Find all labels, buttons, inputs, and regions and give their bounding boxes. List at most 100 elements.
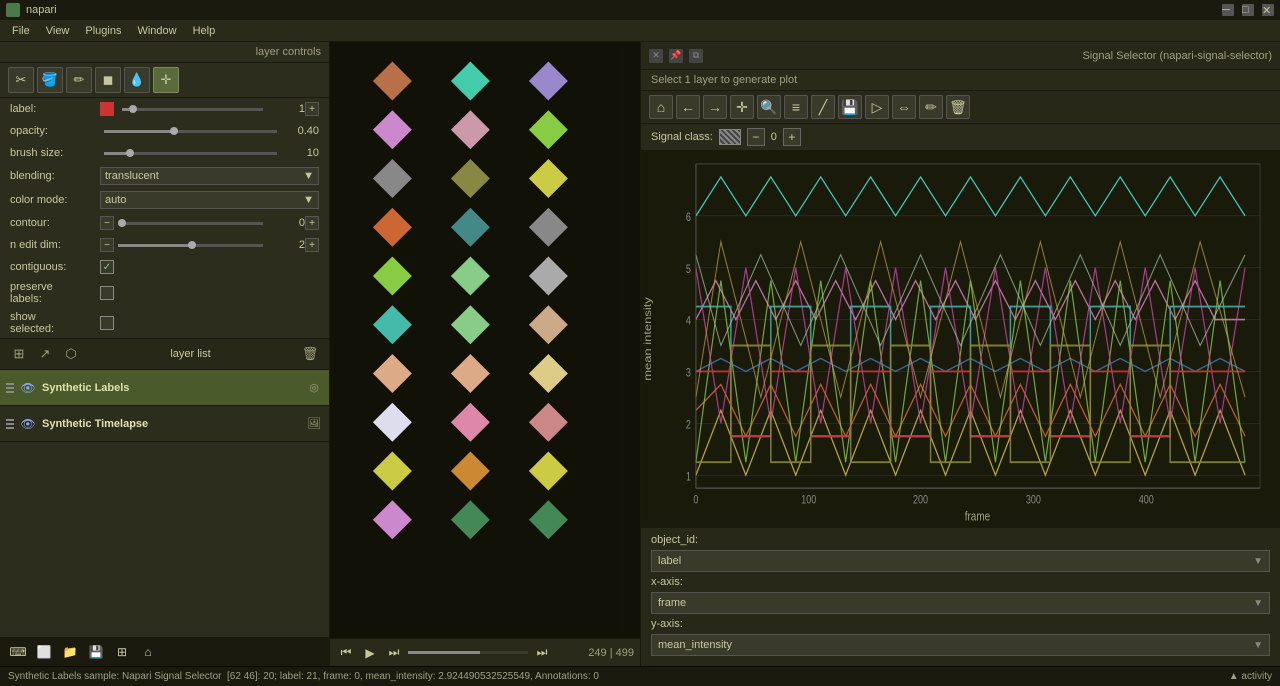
- fill-tool[interactable]: ◼: [95, 67, 121, 93]
- blending-dropdown[interactable]: translucent ▼: [100, 167, 319, 185]
- contiguous-row: contiguous: ✓: [0, 256, 329, 278]
- svg-text:3: 3: [686, 368, 691, 380]
- label-label: label:: [10, 103, 100, 115]
- plot-zoom-button[interactable]: 🔍: [757, 95, 781, 119]
- terminal-button[interactable]: ⌨: [8, 642, 28, 662]
- blending-label: blending:: [10, 170, 100, 182]
- layer-item-synthetic-labels[interactable]: 👁 Synthetic Labels ◎: [0, 370, 329, 406]
- close-button[interactable]: ✕: [1262, 4, 1274, 16]
- svg-text:200: 200: [913, 495, 928, 507]
- show-selected-label: showselected:: [10, 311, 100, 335]
- y-axis-dropdown[interactable]: mean_intensity ▼: [651, 634, 1270, 656]
- layer-type-labels-icon: ◎: [305, 379, 323, 397]
- n-edit-dim-decrement[interactable]: −: [100, 238, 114, 252]
- plot-delete-button[interactable]: 🗑: [946, 95, 970, 119]
- window-controls[interactable]: ─ □ ✕: [1222, 4, 1274, 16]
- app-title: napari: [26, 4, 57, 16]
- contour-decrement[interactable]: −: [100, 216, 114, 230]
- minimize-button[interactable]: ─: [1222, 4, 1234, 16]
- contour-row: contour: − 0 +: [0, 212, 329, 234]
- eyedropper-tool[interactable]: 💧: [124, 67, 150, 93]
- svg-text:2: 2: [686, 419, 691, 431]
- svg-text:100: 100: [801, 495, 816, 507]
- plot-pan-button[interactable]: ✛: [730, 95, 754, 119]
- move-tool[interactable]: ✛: [153, 67, 179, 93]
- signal-class-increment[interactable]: +: [783, 128, 801, 146]
- signal-class-pattern: [719, 129, 741, 145]
- canvas-toolbar: ⏮ ▶ ⏭ ⏭ 249 | 499: [330, 638, 640, 666]
- show-selected-checkbox[interactable]: [100, 316, 114, 330]
- menu-plugins[interactable]: Plugins: [77, 23, 129, 39]
- layer-visible-icon-2[interactable]: 👁: [18, 414, 38, 434]
- signal-close-button[interactable]: ✕: [649, 49, 663, 63]
- object-id-dropdown[interactable]: label ▼: [651, 550, 1270, 572]
- preserve-labels-checkbox[interactable]: [100, 286, 114, 300]
- n-edit-dim-row: n edit dim: − 2 +: [0, 234, 329, 256]
- opacity-row: opacity: 0.40: [0, 120, 329, 142]
- signal-selector-subtitle: Select 1 layer to generate plot: [641, 70, 1280, 91]
- layer-name-synthetic-timelapse: Synthetic Timelapse: [42, 418, 305, 430]
- home-button[interactable]: ⌂: [138, 642, 158, 662]
- scissors-tool[interactable]: ✂: [8, 67, 34, 93]
- frame-slider[interactable]: [408, 651, 528, 654]
- plot-forward-button[interactable]: →: [703, 95, 727, 119]
- layer-visible-icon[interactable]: 👁: [18, 378, 38, 398]
- plot-save-button[interactable]: 💾: [838, 95, 862, 119]
- plot-home-button[interactable]: ⌂: [649, 95, 673, 119]
- grid-button[interactable]: ⊞: [112, 642, 132, 662]
- plot-span-button[interactable]: ⇔: [892, 95, 916, 119]
- layer-grid-button[interactable]: ⊞: [8, 343, 30, 365]
- play-forward-button[interactable]: ⏭: [384, 643, 404, 663]
- signal-pin-button[interactable]: 📌: [669, 49, 683, 63]
- object-id-label: object_id:: [651, 534, 731, 546]
- plot-brush-button[interactable]: ✏: [919, 95, 943, 119]
- label-slider[interactable]: [122, 108, 263, 111]
- label-increment[interactable]: +: [305, 102, 319, 116]
- plot-trendline-button[interactable]: ╱: [811, 95, 835, 119]
- x-axis-value-row: frame ▼: [651, 592, 1270, 614]
- label-color-swatch[interactable]: [100, 102, 114, 116]
- menu-view[interactable]: View: [38, 23, 78, 39]
- n-edit-dim-slider[interactable]: [118, 244, 263, 247]
- plot-back-button[interactable]: ←: [676, 95, 700, 119]
- layer-lasso-button[interactable]: ⬡: [60, 343, 82, 365]
- contour-value: 0: [267, 217, 305, 229]
- plot-select-button[interactable]: ▷: [865, 95, 889, 119]
- maximize-button[interactable]: □: [1242, 4, 1254, 16]
- signal-class-decrement[interactable]: −: [747, 128, 765, 146]
- contour-slider[interactable]: [118, 222, 263, 225]
- pencil-tool[interactable]: ✏: [66, 67, 92, 93]
- layer-delete-button[interactable]: 🗑: [299, 343, 321, 365]
- titlebar: napari ─ □ ✕: [0, 0, 1280, 20]
- play-back-button[interactable]: ⏮: [336, 643, 356, 663]
- color-mode-dropdown[interactable]: auto ▼: [100, 191, 319, 209]
- square-button[interactable]: ⬜: [34, 642, 54, 662]
- contour-increment[interactable]: +: [305, 216, 319, 230]
- layer-list-header: ⊞ ↗ ⬡ layer list 🗑: [0, 338, 329, 370]
- menu-help[interactable]: Help: [185, 23, 224, 39]
- signal-float-button[interactable]: ⧉: [689, 49, 703, 63]
- statusbar-plugin: Napari Signal Selector: [122, 671, 222, 682]
- brush-size-row: brush size: 10: [0, 142, 329, 164]
- layer-select-button[interactable]: ↗: [34, 343, 56, 365]
- statusbar-activity: ▲ activity: [1229, 671, 1272, 682]
- menu-window[interactable]: Window: [129, 23, 184, 39]
- signal-bottom-controls: object_id: label ▼ x-axis: frame ▼ y-a: [641, 527, 1280, 666]
- save-button[interactable]: 💾: [86, 642, 106, 662]
- menu-file[interactable]: File: [4, 23, 38, 39]
- paintbucket-tool[interactable]: 🪣: [37, 67, 63, 93]
- preserve-labels-label: preservelabels:: [10, 281, 100, 305]
- color-mode-label: color mode:: [10, 194, 100, 206]
- layer-controls-header: layer controls: [0, 42, 329, 63]
- folder-button[interactable]: 📁: [60, 642, 80, 662]
- plot-settings-button[interactable]: ≡: [784, 95, 808, 119]
- layer-item-synthetic-timelapse[interactable]: 👁 Synthetic Timelapse 🖼: [0, 406, 329, 442]
- x-axis-dropdown[interactable]: frame ▼: [651, 592, 1270, 614]
- opacity-slider[interactable]: [104, 130, 277, 133]
- play-button[interactable]: ▶: [360, 643, 380, 663]
- brush-size-slider[interactable]: [104, 152, 277, 155]
- contiguous-checkbox[interactable]: ✓: [100, 260, 114, 274]
- n-edit-dim-increment[interactable]: +: [305, 238, 319, 252]
- plot-toolbar: ⌂ ← → ✛ 🔍 ≡ ╱ 💾 ▷ ⇔ ✏ 🗑: [641, 91, 1280, 124]
- play-end-button[interactable]: ⏭: [532, 643, 552, 663]
